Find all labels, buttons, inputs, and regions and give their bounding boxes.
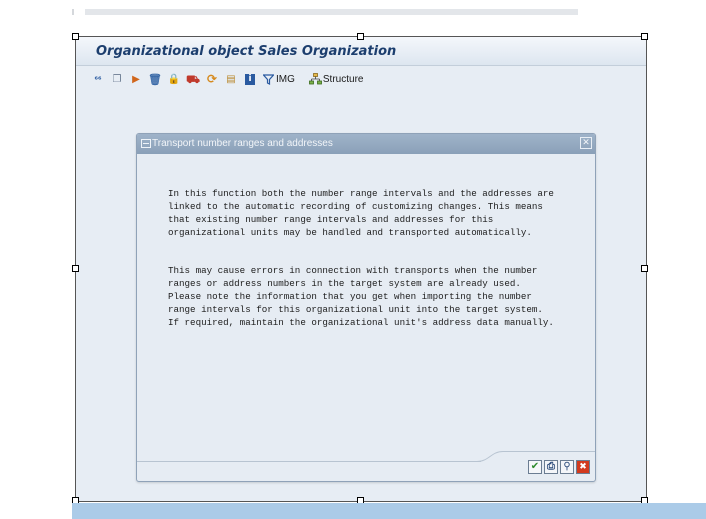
funnel-icon: [262, 73, 275, 86]
lock-icon: 🔒: [167, 73, 181, 85]
text-line: range intervals for this organizational …: [168, 303, 543, 315]
find-button[interactable]: ⚲: [560, 460, 574, 474]
text-line: In this function both the number range i…: [168, 188, 554, 199]
display-change-icon: ⁶⁶: [94, 74, 102, 84]
text-line: ranges or address numbers in the target …: [168, 277, 521, 289]
text-line: If required, maintain the organizational…: [168, 316, 554, 328]
img-button[interactable]: IMG: [261, 71, 296, 87]
transport-button[interactable]: ▶: [128, 71, 144, 87]
resize-handle-middle-right[interactable]: [641, 265, 648, 272]
resize-handle-middle-left[interactable]: [72, 265, 79, 272]
structure-button[interactable]: Structure: [308, 71, 365, 87]
close-icon[interactable]: ✕: [580, 137, 592, 149]
info-paragraph-2: This may cause errors in connection with…: [168, 265, 583, 330]
application-toolbar: ⁶⁶ ❐ ▶ 🗑 🔒 ⛟ ⟳ ▤ i IMG Structure: [90, 70, 364, 88]
dialog-footer-divider: [137, 461, 481, 462]
refresh-button[interactable]: ⟳: [204, 71, 220, 87]
img-label: IMG: [276, 73, 295, 85]
transport-icon: ▶: [132, 73, 140, 85]
resize-handle-top-left[interactable]: [72, 33, 79, 40]
text-line: This may cause errors in connection with…: [168, 265, 538, 276]
lock-button[interactable]: 🔒: [166, 71, 182, 87]
print-button[interactable]: ⎙: [544, 460, 558, 474]
dialog-title: Transport number ranges and addresses: [152, 138, 333, 149]
info-icon: i: [245, 73, 255, 85]
title-bar: Organizational object Sales Organization: [76, 37, 646, 66]
cancel-button[interactable]: ✖: [576, 460, 590, 474]
transport-truck-button[interactable]: ⛟: [185, 71, 201, 87]
text-line: linked to the automatic recording of cus…: [168, 200, 543, 212]
top-edge-bar: [85, 9, 578, 15]
structure-label: Structure: [322, 73, 364, 85]
top-edge-tick: [72, 9, 74, 15]
resize-handle-top-center[interactable]: [357, 33, 364, 40]
delete-icon: 🗑: [148, 72, 162, 86]
text-line: that existing number range intervals and…: [168, 213, 494, 225]
resize-handle-top-right[interactable]: [641, 33, 648, 40]
bottom-status-band: [72, 503, 706, 519]
dialog-window-icon: [141, 139, 151, 148]
copy-button[interactable]: ❐: [109, 71, 125, 87]
dialog-body: In this function both the number range i…: [137, 155, 595, 455]
text-line: Please note the information that you get…: [168, 290, 532, 302]
info-paragraph-1: In this function both the number range i…: [168, 188, 583, 240]
transport-truck-icon: ⛟: [186, 72, 200, 86]
find-icon: ⚲: [563, 461, 571, 472]
delete-button[interactable]: 🗑: [147, 71, 163, 87]
display-change-button[interactable]: ⁶⁶: [90, 71, 106, 87]
document-button[interactable]: ▤: [223, 71, 239, 87]
info-button[interactable]: i: [242, 71, 258, 87]
structure-icon: [308, 73, 322, 86]
document-icon: ▤: [226, 73, 236, 85]
print-icon: ⎙: [547, 461, 555, 472]
dialog-button-bar: ✔ ⎙ ⚲ ✖: [528, 460, 590, 476]
window-title: Organizational object Sales Organization: [96, 44, 397, 59]
refresh-icon: ⟳: [206, 71, 218, 86]
confirm-check-icon: ✔: [530, 461, 540, 472]
dialog-header: Transport number ranges and addresses ✕: [137, 134, 595, 154]
continue-button[interactable]: ✔: [528, 460, 542, 474]
cancel-icon: ✖: [577, 461, 589, 473]
copy-icon: ❐: [112, 73, 122, 85]
text-line: organizational units may be handled and …: [168, 226, 532, 238]
transport-dialog: Transport number ranges and addresses ✕ …: [136, 133, 596, 482]
